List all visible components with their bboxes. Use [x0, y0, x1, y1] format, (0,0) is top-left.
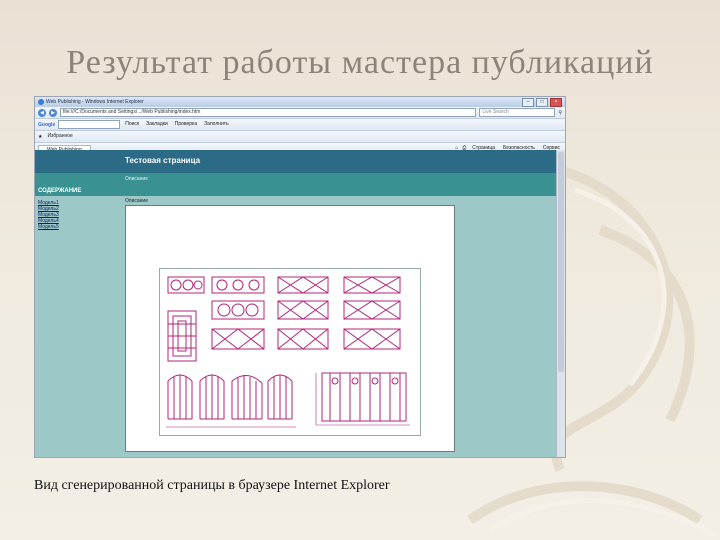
google-toolbar: Google Поиск Закладки Проверка Заполнить — [35, 119, 565, 131]
forward-button[interactable]: ▶ — [49, 108, 57, 117]
search-input[interactable]: Live Search — [479, 108, 556, 117]
close-button[interactable]: × — [550, 97, 562, 107]
google-search-input[interactable] — [58, 120, 121, 129]
toc-header: СОДЕРЖАНИЕ — [35, 187, 565, 196]
toolbar-fill-button[interactable]: Заполнить — [202, 121, 231, 128]
address-field[interactable]: file:///C:/Documents and Settings/.../We… — [60, 108, 477, 117]
site-description: Описание — [125, 176, 149, 182]
content-frame — [125, 205, 455, 452]
scrollbar-thumb[interactable] — [558, 152, 564, 372]
window-titlebar: Web Publishing - Windows Internet Explor… — [35, 97, 565, 107]
browser-screenshot: Web Publishing - Windows Internet Explor… — [34, 96, 566, 458]
google-logo: Google — [38, 121, 56, 128]
search-icon[interactable]: ⚲ — [558, 110, 562, 116]
favorites-button[interactable]: Избранное — [45, 133, 74, 140]
toc-menu: Модель1 Модель2 Модель3 Модель4 Модель5 — [38, 200, 59, 230]
maximize-button[interactable]: □ — [536, 97, 548, 107]
toolbar-check-button[interactable]: Проверка — [173, 121, 199, 128]
back-button[interactable]: ◀ — [38, 108, 46, 117]
ie-logo-icon — [38, 99, 44, 105]
vertical-scrollbar[interactable] — [556, 150, 565, 457]
site-header: Тестовая страница — [35, 150, 565, 173]
toc-title: СОДЕРЖАНИЕ — [38, 188, 82, 194]
address-row: ◀ ▶ file:///C:/Documents and Settings/..… — [35, 107, 565, 119]
slide-title: Результат работы мастера публикаций — [66, 44, 654, 81]
fence-drawings-image — [159, 268, 421, 436]
slide-caption: Вид сгенерированной страницы в браузере … — [34, 478, 390, 493]
site-title: Тестовая страница — [125, 156, 201, 165]
toolbar-bookmarks-button[interactable]: Закладки — [144, 121, 170, 128]
content-label: Описание — [125, 198, 149, 204]
star-icon[interactable]: ★ — [38, 134, 42, 140]
window-title: Web Publishing - Windows Internet Explor… — [46, 99, 144, 105]
minimize-button[interactable]: – — [522, 97, 534, 107]
site-subheader: Описание — [35, 173, 565, 187]
menu-link-model5[interactable]: Модель5 — [38, 224, 59, 230]
favorites-row: ★ Избранное — [35, 131, 565, 143]
web-page: Тестовая страница Описание СОДЕРЖАНИЕ Мо… — [35, 150, 565, 457]
toolbar-search-button[interactable]: Поиск — [123, 121, 141, 128]
